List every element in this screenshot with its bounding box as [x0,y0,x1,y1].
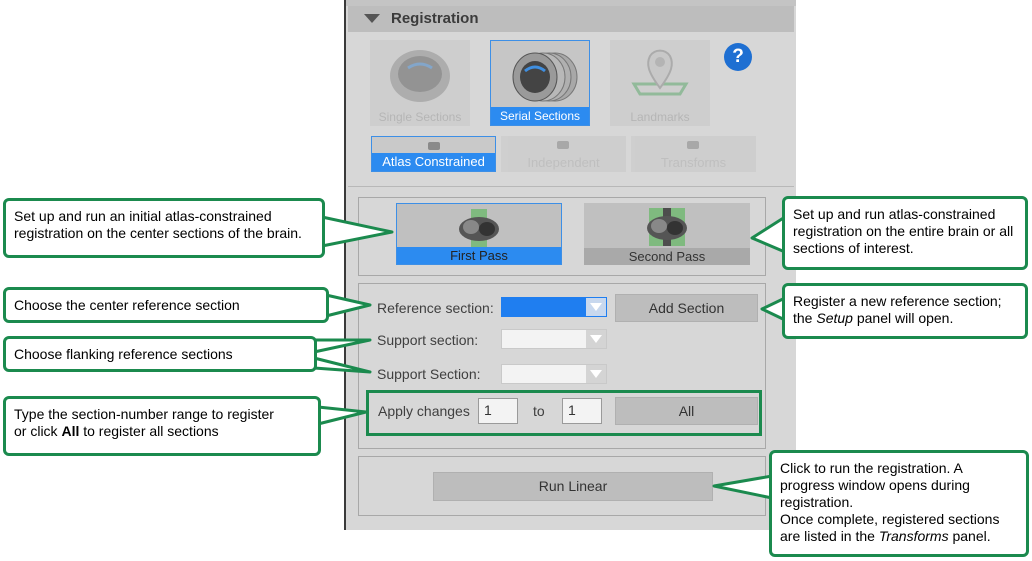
callout-run: Click to run the registration. A progres… [769,450,1029,557]
pointer-range [316,405,368,426]
pointer-first-pass [320,215,394,248]
callout-range-all: All [61,423,80,439]
callout-add-section: Register a new reference section; the Se… [782,283,1028,339]
callout-run-transforms: Transforms [878,528,949,544]
pointer-reference [324,293,372,318]
callout-range-line2-post: to register all sections [79,423,219,439]
callout-reference-text: Choose the center reference section [14,297,240,313]
callout-add-setup: Setup [816,310,853,326]
callout-range: Type the section-number range to registe… [3,396,321,456]
callout-range-line1: Type the section-number range to registe… [14,406,274,422]
pointer-flank-bottom [312,356,372,374]
callout-first-pass-text: Set up and run an initial atlas-constrai… [14,208,302,241]
callout-flanking-text: Choose flanking reference sections [14,346,233,362]
callout-second-pass-text: Set up and run atlas-constrained registr… [793,206,1014,256]
pointer-run [712,474,774,500]
callout-second-pass: Set up and run atlas-constrained registr… [782,196,1028,270]
pointer-second-pass [750,215,787,254]
callout-range-line2-pre: or click [14,423,62,439]
callout-run-line1: Click to run the registration. A progres… [780,460,970,510]
callout-first-pass: Set up and run an initial atlas-constrai… [3,198,325,258]
callout-reference: Choose the center reference section [3,287,329,323]
callout-add-post: panel will open. [852,310,954,326]
callout-flanking: Choose flanking reference sections [3,336,317,372]
callout-run-line2-post: panel. [948,528,991,544]
pointer-flank-top [312,338,372,354]
